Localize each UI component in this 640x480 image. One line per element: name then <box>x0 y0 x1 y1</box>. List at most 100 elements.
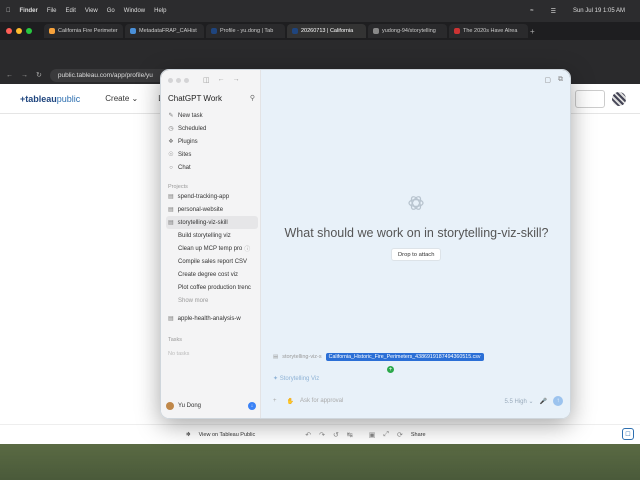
sidebar-nav: ✎ New task ◷ Scheduled ❖ Plugins ☉ Sites ○ Ch… <box>166 109 258 357</box>
browser-tab-bar: California Fire Perimeter MetadataFRAP_C… <box>0 22 640 40</box>
dragged-file-chip[interactable]: California_Historic_Fire_Perimeters_4386… <box>325 353 484 361</box>
control-center-icon[interactable]: ☰ <box>551 8 556 15</box>
fullscreen-icon[interactable]: ⤢ <box>383 431 389 439</box>
model-label: 5.5 High <box>504 398 527 405</box>
view-on-tableau-link[interactable]: View on Tableau Public <box>199 432 256 438</box>
workspace-label[interactable]: ✦ Storytelling Viz <box>273 375 319 382</box>
task-item[interactable]: Compile sales report CSV <box>166 255 258 268</box>
sidebar-item-sites[interactable]: ☉ Sites <box>166 148 258 161</box>
tab-favicon-icon <box>292 28 298 34</box>
popout-icon[interactable]: ⧉ <box>558 76 563 84</box>
app-window-controls <box>168 78 189 83</box>
back-icon[interactable]: ← <box>218 76 225 84</box>
nav-label: New task <box>178 112 203 119</box>
menu-view[interactable]: View <box>85 8 98 14</box>
tab-label: The 2020s Have Alrea <box>463 28 518 34</box>
attach-folder-label[interactable]: storytelling-viz-s <box>282 354 321 360</box>
sidebar-toggle-icon[interactable]: ◫ <box>203 76 210 84</box>
task-item[interactable]: Clean up MCP temp pro ⓘ <box>166 242 258 255</box>
undo-icon[interactable]: ↶ <box>305 431 311 439</box>
menu-file[interactable]: File <box>47 8 57 14</box>
browser-tab[interactable]: Profile - yu.dong | Tab <box>206 24 285 38</box>
window-controls <box>6 28 32 34</box>
menubar-clock[interactable]: Sun Jul 19 1:05 AM <box>573 8 625 14</box>
macos-menubar:  Finder File Edit View Go Window Help ≈… <box>0 0 640 22</box>
tab-favicon-icon <box>211 28 217 34</box>
task-item[interactable]: Create degree cost viz <box>166 268 258 281</box>
user-profile[interactable]: Yu Dong ↓ <box>166 400 256 412</box>
menu-finder[interactable]: Finder <box>20 8 38 14</box>
share-icon[interactable]: ⟳ <box>397 431 403 439</box>
forward-icon[interactable]: → <box>21 72 28 79</box>
revert-icon[interactable]: ↺ <box>333 431 339 439</box>
url-text: public.tableau.com/app/profile/yu <box>57 71 153 79</box>
avatar[interactable] <box>612 92 626 106</box>
share-label[interactable]: Share <box>411 432 426 438</box>
menu-go[interactable]: Go <box>107 8 115 14</box>
nav-label: Chat <box>178 164 191 171</box>
send-button[interactable]: ↑ <box>553 396 563 406</box>
browser-tab-active[interactable]: 20260713 | California <box>287 24 366 38</box>
sidebar-item-new-task[interactable]: ✎ New task <box>166 109 258 122</box>
project-label: storytelling-viz-skill <box>177 219 228 226</box>
project-item[interactable]: ▤ apple-health-analysis-w <box>166 312 258 325</box>
browser-tab[interactable]: MetadataFRAP_CAHist <box>125 24 204 38</box>
expand-icon[interactable]: ☐ <box>622 428 634 440</box>
project-label: apple-health-analysis-w <box>177 315 241 322</box>
browser-tab[interactable]: The 2020s Have Alrea <box>449 24 528 38</box>
task-label: Clean up MCP temp pro <box>178 245 243 252</box>
prompt-placeholder[interactable]: Ask for approval <box>300 398 343 404</box>
sidebar-item-plugins[interactable]: ❖ Plugins <box>166 135 258 148</box>
search-icon[interactable]: ⚲ <box>250 94 255 102</box>
prompt-input-row[interactable]: + ✋ Ask for approval 5.5 High ⌄ 🎤 ↑ <box>273 394 563 408</box>
reload-icon[interactable]: ↻ <box>36 71 42 79</box>
task-item[interactable]: Plot coffee production trenc <box>166 281 258 294</box>
panel-icon[interactable]: ▢ <box>544 76 551 84</box>
new-tab-icon[interactable]: + <box>530 27 535 36</box>
project-item[interactable]: ▤ personal-website <box>166 203 258 216</box>
pause-icon[interactable]: ↹ <box>347 431 353 439</box>
task-item[interactable]: Build storytelling viz <box>166 229 258 242</box>
chatgpt-main: ▢ ⧉ What should we work on in storytelli… <box>261 70 570 418</box>
browser-toolbar-background <box>0 40 640 66</box>
back-icon[interactable]: ← <box>6 72 13 79</box>
chevron-down-icon: ⌄ <box>528 398 534 405</box>
create-menu[interactable]: Create ⌄ <box>105 94 138 103</box>
minimize-window-icon[interactable] <box>16 28 22 34</box>
browser-tab[interactable]: California Fire Perimeter <box>44 24 123 38</box>
browser-tab[interactable]: yudong-94/storytelling <box>368 24 447 38</box>
minimize-window-icon[interactable] <box>176 78 181 83</box>
tableau-logo[interactable]: +tableaupublic <box>20 94 80 104</box>
apple-icon[interactable]:  <box>6 8 11 14</box>
wifi-icon[interactable]: ≈ <box>530 8 533 14</box>
add-attachment-icon[interactable]: + <box>273 398 277 404</box>
menu-edit[interactable]: Edit <box>66 8 76 14</box>
sidebar-item-chat[interactable]: ○ Chat <box>166 161 258 174</box>
zoom-window-icon[interactable] <box>26 28 32 34</box>
logo-main: +tableau <box>20 93 57 104</box>
folder-icon: ▤ <box>168 316 174 322</box>
menu-help[interactable]: Help <box>154 8 166 14</box>
download-icon[interactable]: ↓ <box>248 402 256 410</box>
redo-icon[interactable]: ↷ <box>319 431 325 439</box>
project-item-active[interactable]: ▤ storytelling-viz-skill <box>166 216 258 229</box>
project-item[interactable]: ▤ spend-tracking-app <box>166 190 258 203</box>
approval-icon[interactable]: ✋ <box>287 398 294 405</box>
drop-to-attach-zone[interactable]: Drop to attach <box>391 248 442 261</box>
microphone-icon[interactable]: 🎤 <box>540 398 547 405</box>
show-more-link[interactable]: Show more <box>166 294 258 307</box>
tab-label: MetadataFRAP_CAHist <box>139 28 197 34</box>
tab-label: yudong-94/storytelling <box>382 28 436 34</box>
sidebar-item-scheduled[interactable]: ◷ Scheduled <box>166 122 258 135</box>
close-window-icon[interactable] <box>168 78 173 83</box>
model-selector[interactable]: 5.5 High ⌄ <box>504 398 533 405</box>
device-layout-icon[interactable]: ▣ <box>369 431 376 439</box>
projects-heading: Projects <box>168 184 188 190</box>
menu-window[interactable]: Window <box>124 8 145 14</box>
zoom-window-icon[interactable] <box>184 78 189 83</box>
tab-favicon-icon <box>373 28 379 34</box>
close-window-icon[interactable] <box>6 28 12 34</box>
forward-icon[interactable]: → <box>233 76 240 84</box>
search-input[interactable] <box>575 90 605 108</box>
tab-label: Profile - yu.dong | Tab <box>220 28 274 34</box>
